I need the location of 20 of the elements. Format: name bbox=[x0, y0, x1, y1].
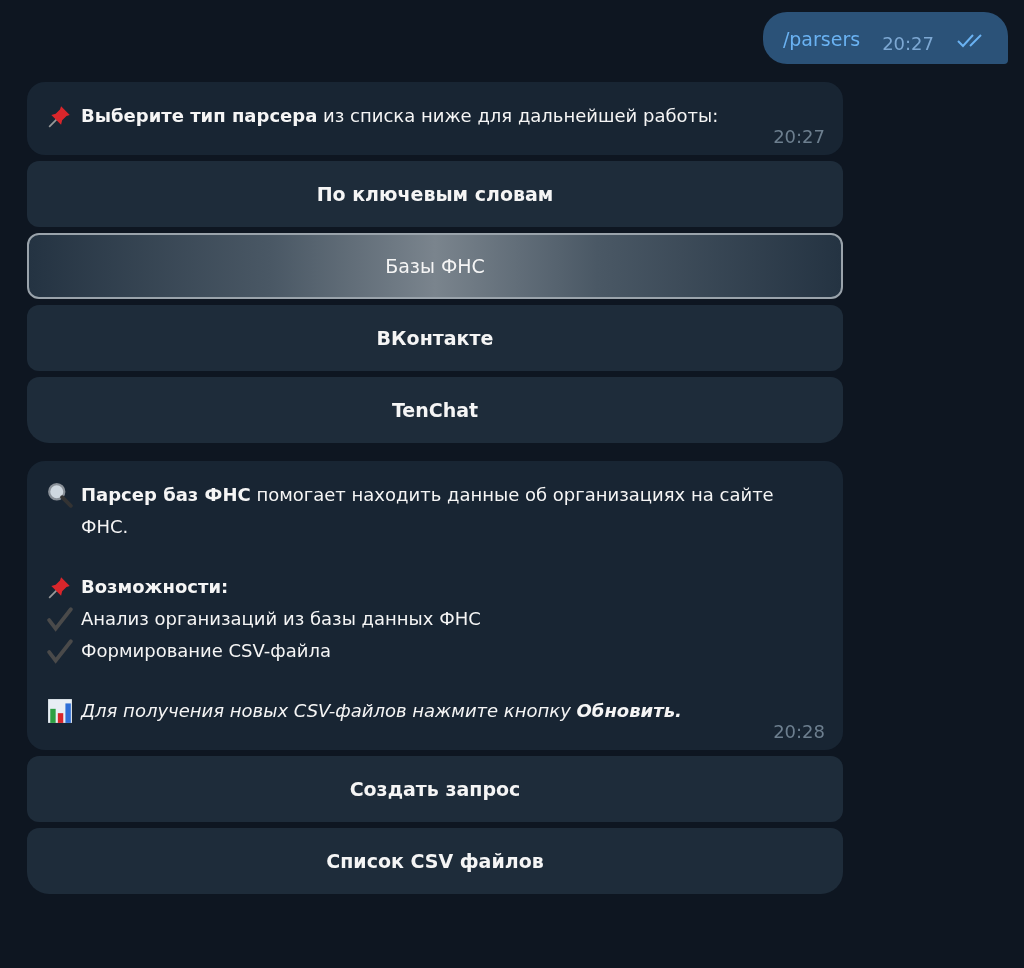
magnifier-icon bbox=[47, 482, 73, 508]
message-text: Выберите тип парсера из списка ниже для дальнейшей работы: bbox=[81, 104, 719, 128]
message-time: 20:27 bbox=[773, 126, 825, 147]
inline-keyboard-button[interactable]: Создать запрос bbox=[27, 756, 843, 822]
message-text: Возможности: bbox=[81, 575, 229, 599]
message-text: /parsers bbox=[782, 28, 861, 50]
bar-chart-icon bbox=[47, 698, 73, 724]
inline-keyboard-button[interactable]: ВКонтакте bbox=[27, 305, 843, 371]
inline-keyboard-button[interactable]: Список CSV файлов bbox=[27, 828, 843, 894]
inline-keyboard-button[interactable]: TenChat bbox=[27, 377, 843, 443]
check-icon bbox=[47, 638, 73, 664]
message-time: 20:28 bbox=[773, 721, 825, 742]
message-text: Для получения новых CSV-файлов нажмите кнопку Обновить. bbox=[81, 699, 682, 723]
message-text: Парсер баз ФНС помогает находить данные об организациях на сайте ФНС. bbox=[81, 483, 775, 539]
message-time: 20:27 bbox=[882, 33, 934, 54]
message-text: Анализ организаций из базы данных ФНС bbox=[81, 607, 481, 631]
check-icon bbox=[47, 606, 73, 632]
message-text: Формирование CSV-файла bbox=[81, 639, 331, 663]
inline-keyboard-button[interactable]: Базы ФНС bbox=[27, 233, 843, 299]
inline-keyboard-button[interactable]: По ключевым словам bbox=[27, 161, 843, 227]
